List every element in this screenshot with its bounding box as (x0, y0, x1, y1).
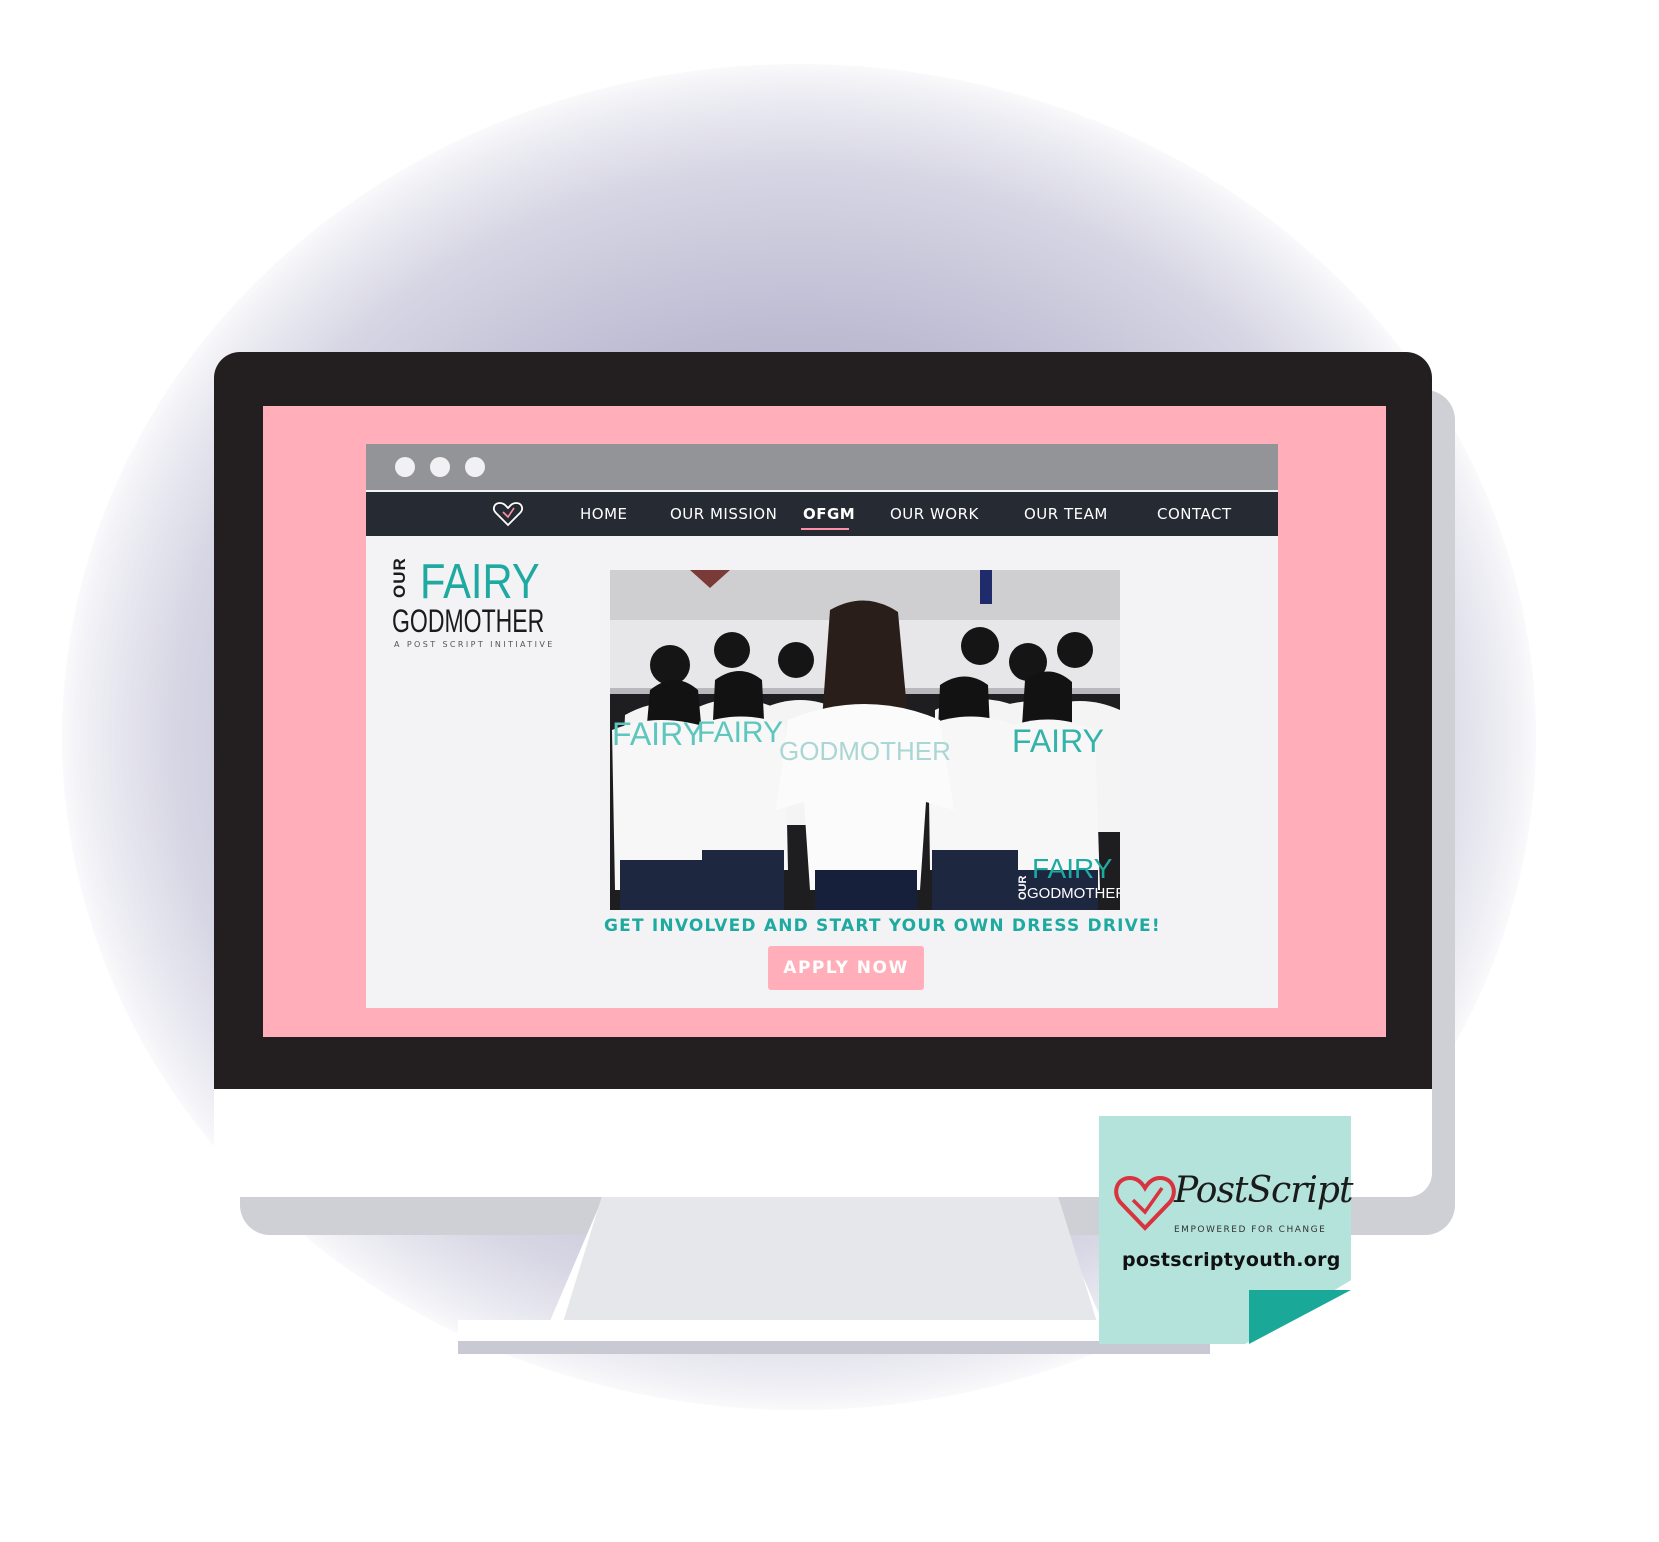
overlay-fairy: FAIRY (1032, 853, 1113, 884)
heart-logo-icon[interactable] (492, 500, 524, 528)
nav-item-our-team[interactable]: OUR TEAM (1024, 505, 1108, 523)
nav-item-our-mission[interactable]: OUR MISSION (670, 505, 777, 523)
overlay-godmother: GODMOTHER (1027, 885, 1120, 902)
nav-item-contact[interactable]: CONTACT (1157, 505, 1232, 523)
browser-window: HOME OUR MISSION OFGM OUR WORK OUR TEAM … (366, 444, 1278, 1008)
postscript-url[interactable]: postscriptyouth.org (1122, 1249, 1341, 1271)
postscript-heart-icon (1114, 1175, 1176, 1231)
monitor-base (458, 1320, 1210, 1342)
our-fairy-godmother-logo[interactable]: OUR FAIRY GODMOTHER A POST SCRIPT INITIA… (390, 555, 552, 658)
site-navbar: HOME OUR MISSION OFGM OUR WORK OUR TEAM … (366, 492, 1278, 536)
apply-now-button[interactable]: APPLY NOW (768, 946, 924, 990)
window-dot-minimize[interactable] (430, 457, 450, 477)
sticky-note-fold (1249, 1290, 1351, 1344)
nav-item-ofgm[interactable]: OFGM (803, 505, 855, 523)
window-dot-close[interactable] (395, 457, 415, 477)
shirt-fairy-text-right: FAIRY (1012, 723, 1104, 759)
monitor-stand-face (560, 1192, 1100, 1332)
shirt-godmother-text: GODMOTHER (779, 736, 951, 766)
cta-headline: GET INVOLVED AND START YOUR OWN DRESS DR… (604, 916, 1161, 936)
browser-titlebar (366, 444, 1278, 490)
window-dot-maximize[interactable] (465, 457, 485, 477)
shirt-fairy-text-left: FAIRY (612, 716, 704, 752)
monitor-base-shadow (458, 1341, 1210, 1354)
postscript-tagline: EMPOWERED FOR CHANGE (1174, 1225, 1327, 1235)
shirt-fairy-text-mid: FAIRY (697, 716, 783, 749)
nav-item-home[interactable]: HOME (580, 505, 628, 523)
brand-our: OUR (390, 557, 409, 598)
postscript-wordmark: PostScript (1174, 1170, 1353, 1211)
brand-initiative: A POST SCRIPT INITIATIVE (394, 640, 555, 649)
nav-active-underline (801, 528, 849, 530)
hero-photo: GODMOTHER FAIRY FAIRY FAIRY OUR FAIRY GO… (610, 570, 1120, 910)
nav-item-our-work[interactable]: OUR WORK (890, 505, 979, 523)
brand-godmother: GODMOTHER (392, 603, 545, 639)
brand-fairy: FAIRY (420, 555, 540, 609)
